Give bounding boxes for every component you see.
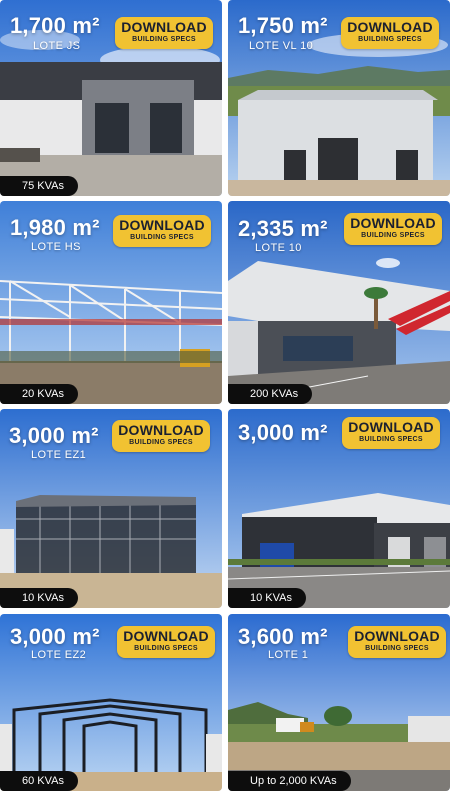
- power-badge: 20 KVAs: [0, 384, 78, 404]
- download-specs-button[interactable]: DOWNLOAD BUILDING SPECS: [344, 213, 442, 245]
- property-card-lote-ez2[interactable]: 3,000 m² LOTE EZ2 DOWNLOAD BUILDING SPEC…: [0, 614, 222, 791]
- area-label: 3,000 m²: [238, 420, 328, 445]
- building-specs-label: BUILDING SPECS: [130, 234, 194, 241]
- power-badge: 60 KVAs: [0, 771, 78, 791]
- power-badge: 10 KVAs: [228, 588, 306, 608]
- power-badge: Up to 2,000 KVAs: [228, 771, 351, 791]
- download-label: DOWNLOAD: [348, 419, 434, 435]
- power-badge: 75 KVAs: [0, 176, 78, 196]
- download-specs-button[interactable]: DOWNLOAD BUILDING SPECS: [115, 17, 213, 49]
- property-card-lote-vl-10[interactable]: 1,750 m² LOTE VL 10 DOWNLOAD BUILDING SP…: [228, 0, 450, 196]
- download-specs-button[interactable]: DOWNLOAD BUILDING SPECS: [342, 417, 440, 449]
- download-specs-button[interactable]: DOWNLOAD BUILDING SPECS: [117, 626, 215, 658]
- lote-label: LOTE JS: [33, 40, 81, 52]
- property-card-3000-no-lote[interactable]: 3,000 m² DOWNLOAD BUILDING SPECS 10 KVAs: [228, 409, 450, 608]
- download-label: DOWNLOAD: [350, 215, 436, 231]
- area-label: 3,000 m²: [9, 423, 99, 448]
- lote-label: LOTE VL 10: [249, 40, 314, 52]
- area-label: 3,000 m²: [10, 624, 100, 649]
- lote-label: LOTE 1: [268, 649, 309, 661]
- lote-label: LOTE HS: [31, 241, 81, 253]
- area-label: 2,335 m²: [238, 216, 328, 241]
- building-specs-label: BUILDING SPECS: [361, 232, 425, 239]
- area-label: 3,600 m²: [238, 624, 328, 649]
- property-card-lote-hs[interactable]: 1,980 m² LOTE HS DOWNLOAD BUILDING SPECS…: [0, 201, 222, 404]
- area-label: 1,980 m²: [10, 215, 100, 240]
- property-card-lote-10[interactable]: 2,335 m² LOTE 10 DOWNLOAD BUILDING SPECS…: [228, 201, 450, 404]
- building-specs-label: BUILDING SPECS: [132, 36, 196, 43]
- download-specs-button[interactable]: DOWNLOAD BUILDING SPECS: [112, 420, 210, 452]
- download-specs-button[interactable]: DOWNLOAD BUILDING SPECS: [113, 215, 211, 247]
- download-specs-button[interactable]: DOWNLOAD BUILDING SPECS: [348, 626, 446, 658]
- property-card-lote-js[interactable]: 1,700 m² LOTE JS DOWNLOAD BUILDING SPECS…: [0, 0, 222, 196]
- property-card-lote-1[interactable]: 3,600 m² LOTE 1 DOWNLOAD BUILDING SPECS …: [228, 614, 450, 791]
- building-specs-label: BUILDING SPECS: [129, 439, 193, 446]
- download-label: DOWNLOAD: [123, 628, 209, 644]
- area-label: 1,750 m²: [238, 13, 328, 38]
- building-specs-label: BUILDING SPECS: [365, 645, 429, 652]
- building-specs-label: BUILDING SPECS: [359, 436, 423, 443]
- download-label: DOWNLOAD: [118, 422, 204, 438]
- power-badge: 10 KVAs: [0, 588, 78, 608]
- download-label: DOWNLOAD: [121, 19, 207, 35]
- building-specs-label: BUILDING SPECS: [134, 645, 198, 652]
- property-grid: 1,700 m² LOTE JS DOWNLOAD BUILDING SPECS…: [0, 0, 450, 791]
- lote-label: LOTE EZ2: [31, 649, 87, 661]
- building-specs-label: BUILDING SPECS: [358, 36, 422, 43]
- property-card-lote-ez1[interactable]: 3,000 m² LOTE EZ1 DOWNLOAD BUILDING SPEC…: [0, 409, 222, 608]
- download-specs-button[interactable]: DOWNLOAD BUILDING SPECS: [341, 17, 439, 49]
- area-label: 1,700 m²: [10, 13, 100, 38]
- lote-label: LOTE 10: [255, 242, 302, 254]
- download-label: DOWNLOAD: [354, 628, 440, 644]
- download-label: DOWNLOAD: [119, 217, 205, 233]
- lote-label: LOTE EZ1: [31, 449, 87, 461]
- power-badge: 200 KVAs: [228, 384, 313, 404]
- download-label: DOWNLOAD: [347, 19, 433, 35]
